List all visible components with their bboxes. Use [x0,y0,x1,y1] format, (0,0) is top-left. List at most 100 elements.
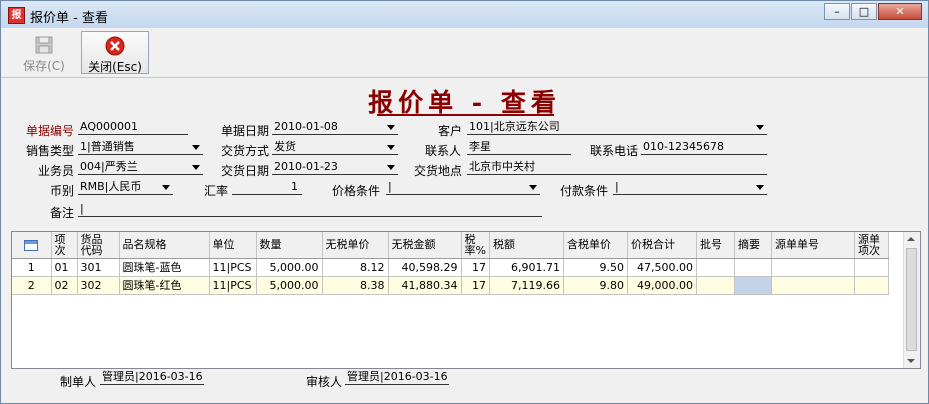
grid-scrollbar[interactable] [903,232,920,368]
table-cell[interactable]: 7,119.66 [489,276,564,295]
title-bar[interactable]: 报 报价单 - 查看 – □ ✕ [1,1,928,29]
rate-label: 汇率 [204,184,229,198]
column-header[interactable]: 含税单价 [563,232,628,259]
table-cell[interactable] [734,258,772,277]
delivery-place-field[interactable]: 北京市中关村 [467,159,767,175]
table-cell[interactable]: 11|PCS [209,258,257,277]
contact-field[interactable]: 李星 [467,139,571,155]
currency-value: RMB|人民币 [80,180,142,193]
table-cell[interactable] [696,258,735,277]
close-window-button[interactable]: ✕ [878,3,922,20]
close-circle-icon [105,36,125,56]
column-header-text: 品名规格 [122,238,167,252]
column-header[interactable]: 摘要 [734,232,772,259]
scroll-thumb[interactable] [906,248,917,351]
column-header[interactable]: 无税金额 [388,232,462,259]
chevron-down-icon[interactable] [385,142,397,153]
grid-corner-header[interactable] [12,232,52,259]
payment-terms-field[interactable]: | [613,179,767,195]
column-header[interactable]: 批号 [696,232,735,259]
table-cell[interactable]: 17 [461,276,490,295]
column-header-text: 税额 [492,238,515,252]
table-cell[interactable]: 01 [51,258,78,277]
column-header[interactable]: 税额 [489,232,564,259]
table-cell[interactable] [854,276,889,295]
table-cell[interactable]: 17 [461,258,490,277]
table-cell[interactable] [734,276,772,295]
grid-settings-icon[interactable] [24,239,39,251]
column-header[interactable]: 税率% [461,232,490,259]
doc-no-field[interactable]: AQ000001 [78,119,188,135]
phone-field[interactable]: 010-12345678 [641,139,767,155]
chevron-down-icon[interactable] [385,162,397,173]
reviewer-label: 审核人 [306,375,343,389]
table-cell[interactable]: 11|PCS [209,276,257,295]
maker-field[interactable]: 管理员|2016-03-16 [100,369,204,385]
table-cell[interactable]: 47,500.00 [627,258,697,277]
row-number-cell[interactable]: 1 [12,258,52,277]
rate-field[interactable]: 1 [232,179,302,195]
table-cell[interactable]: 5,000.00 [256,276,323,295]
maximize-button[interactable]: □ [851,3,877,20]
salesperson-field[interactable]: 004|严秀兰 [78,159,203,175]
scroll-up-icon[interactable] [907,237,915,241]
customer-field[interactable]: 101|北京远东公司 [467,119,767,135]
chevron-down-icon[interactable] [190,142,202,153]
table-cell[interactable]: 圆珠笔-红色 [119,276,210,295]
table-cell[interactable] [771,276,855,295]
table-row[interactable]: 2 02 302 圆珠笔-红色 11|PCS 5,000.00 8.38 41,880.34 1… [12,276,889,295]
scroll-down-icon[interactable] [907,359,915,363]
table-cell[interactable] [696,276,735,295]
column-header-text: 数量 [259,238,282,252]
column-header-text: 批号 [699,238,722,252]
chevron-down-icon[interactable] [527,182,539,193]
table-cell[interactable]: 02 [51,276,78,295]
chevron-down-icon[interactable] [160,182,172,193]
column-header[interactable]: 源单 项次 [854,232,889,259]
table-cell[interactable]: 圆珠笔-蓝色 [119,258,210,277]
column-header[interactable]: 品名规格 [119,232,210,259]
row-number-cell[interactable]: 2 [12,276,52,295]
save-button[interactable]: 保存(C) [15,31,73,74]
column-header[interactable]: 单位 [209,232,257,259]
table-cell[interactable]: 49,000.00 [627,276,697,295]
chevron-down-icon[interactable] [754,182,766,193]
column-header[interactable]: 货品 代码 [77,232,120,259]
minimize-button[interactable]: – [824,3,850,20]
table-cell[interactable]: 8.12 [322,258,389,277]
close-button[interactable]: 关闭(Esc) [81,31,149,74]
table-cell[interactable] [771,258,855,277]
remark-field[interactable]: | [78,201,542,217]
delivery-method-field[interactable]: 发货 [272,139,398,155]
column-header[interactable]: 数量 [256,232,323,259]
window-title: 报价单 - 查看 [30,11,108,26]
table-cell[interactable]: 6,901.71 [489,258,564,277]
doc-date-field[interactable]: 2010-01-08 [272,119,398,135]
table-cell[interactable]: 40,598.29 [388,258,462,277]
reviewer-field[interactable]: 管理员|2016-03-16 [345,369,449,385]
close-label: 关闭(Esc) [88,60,142,74]
chevron-down-icon[interactable] [754,122,766,133]
table-cell[interactable]: 302 [77,276,120,295]
column-header[interactable]: 源单单号 [771,232,855,259]
column-header[interactable]: 无税单价 [322,232,389,259]
chevron-down-icon[interactable] [385,122,397,133]
table-cell[interactable]: 301 [77,258,120,277]
salesperson-value: 004|严秀兰 [80,160,138,173]
delivery-date-field[interactable]: 2010-01-23 [272,159,398,175]
price-terms-field[interactable]: | [386,179,540,195]
table-row[interactable]: 1 01 301 圆珠笔-蓝色 11|PCS 5,000.00 8.12 40,598.29 1… [12,258,889,277]
sales-type-field[interactable]: 1|普通销售 [78,139,203,155]
table-cell[interactable]: 9.80 [563,276,628,295]
table-cell[interactable]: 9.50 [563,258,628,277]
column-header[interactable]: 价税合计 [627,232,697,259]
column-header[interactable]: 项次 [51,232,78,259]
table-cell[interactable]: 8.38 [322,276,389,295]
table-cell[interactable]: 41,880.34 [388,276,462,295]
delivery-date-label: 交货日期 [221,164,270,178]
delivery-place-label: 交货地点 [414,164,463,178]
table-cell[interactable] [854,258,889,277]
currency-field[interactable]: RMB|人民币 [78,179,173,195]
table-cell[interactable]: 5,000.00 [256,258,323,277]
chevron-down-icon[interactable] [190,162,202,173]
